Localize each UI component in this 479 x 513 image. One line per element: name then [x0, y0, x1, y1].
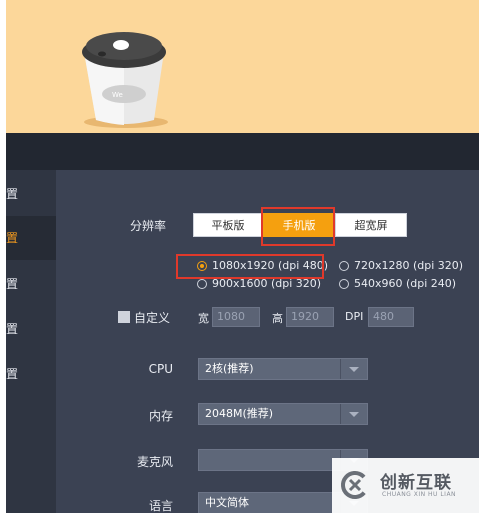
resolution-option-540[interactable]: 540x960 (dpi 240) [339, 276, 456, 292]
top-bar [6, 133, 479, 170]
memory-select[interactable]: 2048M(推荐) [198, 403, 368, 425]
sidebar-item-3[interactable]: 设置 [6, 307, 56, 351]
resolution-option-720[interactable]: 720x1280 (dpi 320) [339, 258, 463, 274]
sidebar-item-label: 设置 [6, 367, 19, 381]
dpi-input[interactable]: 480 [368, 307, 414, 327]
watermark-subtitle: CHUANG XIN HU LIAN [382, 491, 457, 498]
watermark: 创新互联 CHUANG XIN HU LIAN [332, 458, 479, 513]
header-banner: We [6, 0, 479, 133]
sidebar-item-0[interactable]: 设置 [6, 172, 56, 216]
radio-icon [197, 279, 207, 289]
cpu-value: 2核(推荐) [205, 362, 254, 375]
sidebar-item-label: 设置 [6, 322, 19, 336]
watermark-title: 创新互联 [380, 473, 452, 493]
cpu-select[interactable]: 2核(推荐) [198, 358, 368, 380]
width-label: 宽 [198, 312, 209, 325]
sidebar-item-1[interactable]: 设置 [6, 216, 56, 260]
sidebar-item-2[interactable]: 设置 [6, 262, 56, 306]
chevron-down-icon [340, 359, 367, 379]
svg-text:We: We [112, 91, 123, 99]
microphone-label: 麦克风 [136, 455, 173, 469]
sidebar-item-label: 设置 [6, 187, 19, 201]
sidebar-item-label: 设置 [6, 231, 19, 245]
tab-ultrawide[interactable]: 超宽屏 [335, 213, 407, 237]
dpi-label: DPI [345, 310, 364, 323]
tab-tablet[interactable]: 平板版 [193, 213, 263, 237]
memory-label: 内存 [148, 409, 173, 423]
sidebar-item-4[interactable]: 设置 [6, 352, 56, 396]
coffee-cup-illustration: We [82, 32, 168, 128]
language-label: 语言 [148, 499, 173, 513]
sidebar-item-label: 设置 [6, 277, 19, 291]
radio-icon [339, 261, 349, 271]
cpu-label: CPU [148, 362, 173, 376]
resolution-option-label: 540x960 (dpi 240) [354, 277, 457, 290]
brand-logo-icon [341, 471, 369, 499]
phone-tab-highlight [261, 207, 335, 246]
chevron-down-icon [340, 404, 367, 424]
resolution-label: 分辨率 [129, 219, 166, 233]
settings-window: We 设置 设置 设置 设置 设置 分辨率 平板版 手机版 超宽屏 1080x1… [6, 0, 479, 513]
height-input[interactable]: 1920 [286, 307, 334, 327]
height-label: 高 [272, 312, 283, 325]
width-input[interactable]: 1080 [212, 307, 260, 327]
memory-value: 2048M(推荐) [205, 407, 274, 420]
radio-icon [339, 279, 349, 289]
option-highlight [176, 254, 324, 279]
resolution-option-label: 720x1280 (dpi 320) [354, 259, 464, 272]
language-value: 中文简体 [205, 496, 249, 509]
sidebar: 设置 设置 设置 设置 设置 [6, 170, 56, 513]
checkbox-icon[interactable] [118, 311, 130, 323]
custom-label: 自定义 [134, 311, 171, 325]
